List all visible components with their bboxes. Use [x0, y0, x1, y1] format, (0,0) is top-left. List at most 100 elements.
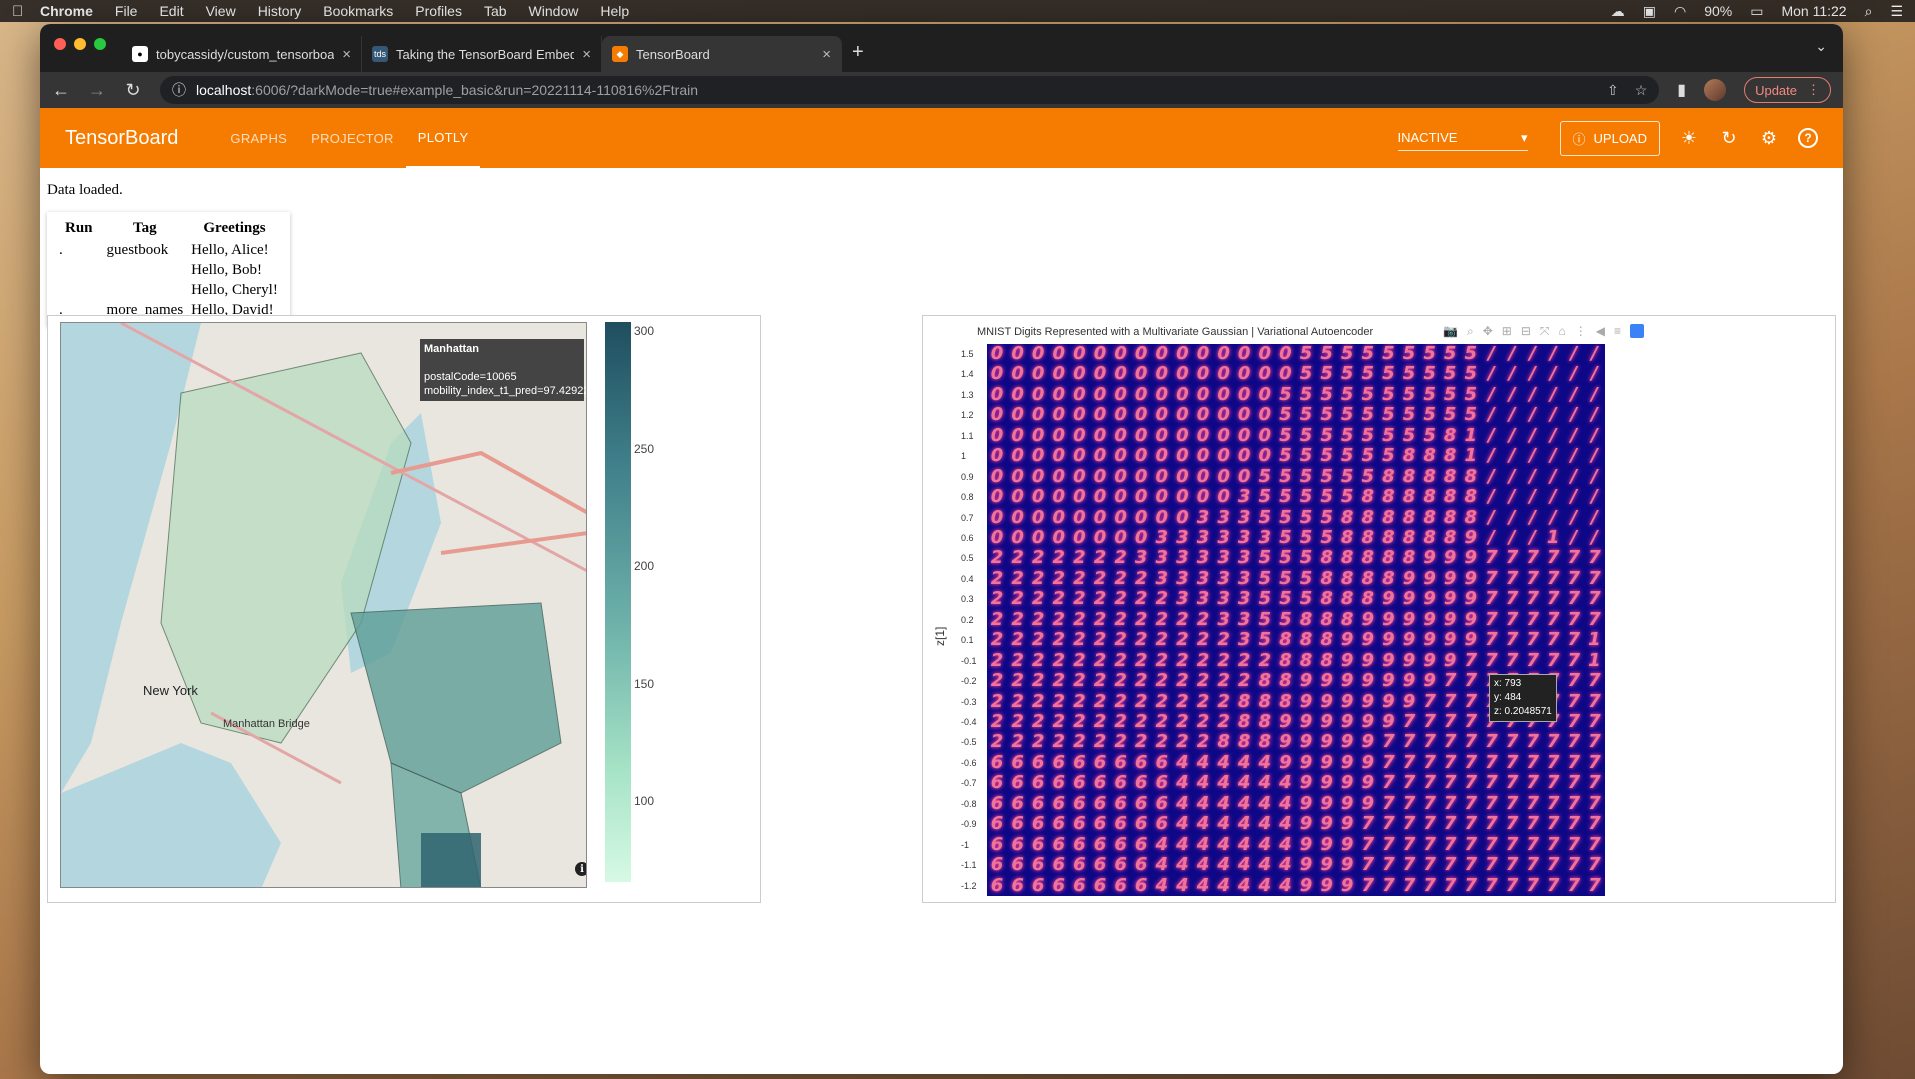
- menu-tab[interactable]: Tab: [484, 3, 507, 19]
- update-button[interactable]: Update ⋮: [1744, 77, 1831, 103]
- digit-cell: 6: [1134, 772, 1148, 794]
- share-icon[interactable]: ⇧: [1607, 82, 1619, 99]
- zoom-out-icon[interactable]: ⊟: [1521, 324, 1531, 339]
- digit-cell: 7: [1464, 649, 1478, 671]
- menu-bookmarks[interactable]: Bookmarks: [323, 3, 393, 19]
- digit-cell: 0: [1052, 527, 1066, 548]
- map-canvas[interactable]: New York Manhattan Bridge: [61, 323, 587, 888]
- menu-file[interactable]: File: [115, 3, 138, 19]
- plotly-logo-icon[interactable]: [1629, 324, 1644, 338]
- theme-toggle-icon[interactable]: ☀: [1678, 128, 1700, 149]
- settings-icon[interactable]: ⚙: [1758, 128, 1780, 149]
- digit-cell: 3: [1176, 588, 1189, 610]
- more-icon[interactable]: ⋮: [1807, 82, 1820, 98]
- reload-icon[interactable]: ↻: [124, 80, 142, 101]
- digit-cell: /: [1508, 383, 1516, 405]
- camera-icon[interactable]: 📷: [1443, 324, 1458, 339]
- profile-avatar[interactable]: [1704, 79, 1727, 101]
- digit-cell: /: [1549, 465, 1557, 487]
- forward-icon[interactable]: →: [88, 80, 106, 101]
- digit-cell: 7: [1485, 567, 1498, 589]
- menu-view[interactable]: View: [206, 3, 236, 19]
- pan-icon[interactable]: ✥: [1483, 324, 1493, 339]
- menu-history[interactable]: History: [258, 3, 302, 19]
- close-window-button[interactable]: [54, 38, 66, 50]
- battery-icon[interactable]: ▭: [1750, 3, 1763, 20]
- site-info-icon[interactable]: ⓘ: [172, 80, 186, 100]
- digit-cell: 5: [1402, 383, 1416, 405]
- digit-cell: 7: [1402, 813, 1416, 835]
- close-tab-icon[interactable]: ×: [582, 46, 591, 63]
- hover-name: Manhattan: [424, 343, 479, 355]
- screen-icon[interactable]: ▣: [1643, 3, 1656, 20]
- close-tab-icon[interactable]: ×: [822, 46, 831, 63]
- digit-cell: 2: [1031, 731, 1045, 753]
- tab-github[interactable]: ● tobycassidy/custom_tensorboard ×: [122, 36, 362, 72]
- hover-closest-icon[interactable]: ◀: [1596, 324, 1605, 339]
- menu-profiles[interactable]: Profiles: [415, 3, 462, 19]
- menu-window[interactable]: Window: [529, 3, 579, 19]
- minimize-window-button[interactable]: [74, 38, 86, 50]
- refresh-icon[interactable]: ↻: [1718, 128, 1740, 149]
- maximize-window-button[interactable]: [94, 38, 106, 50]
- sidepanel-icon[interactable]: ▮: [1677, 80, 1686, 100]
- inactive-select[interactable]: INACTIVE ▾: [1397, 126, 1528, 151]
- apple-icon[interactable]: : [12, 3, 40, 20]
- cloud-icon[interactable]: ☁: [1611, 3, 1625, 20]
- digit-cell: 9: [1464, 527, 1478, 548]
- close-tab-icon[interactable]: ×: [342, 46, 351, 63]
- spike-lines-icon[interactable]: ⋮: [1575, 324, 1587, 339]
- tensorboard-title[interactable]: TensorBoard: [65, 127, 178, 150]
- zoom-icon[interactable]: ⌕: [1467, 324, 1474, 339]
- digit-cell: 7: [1526, 813, 1539, 835]
- choropleth-map[interactable]: New York Manhattan Bridge Manhattan post…: [60, 322, 587, 888]
- digit-cell: 3: [1217, 527, 1230, 548]
- tab-graphs[interactable]: GRAPHS: [218, 108, 299, 168]
- digit-cell: 0: [1134, 344, 1148, 364]
- bookmark-star-icon[interactable]: ☆: [1635, 82, 1648, 99]
- digit-cell: 1: [1546, 527, 1560, 548]
- tab-search-icon[interactable]: ⌄: [1815, 38, 1827, 55]
- digit-cell: 7: [1526, 772, 1539, 794]
- digit-cell: 3: [1237, 629, 1251, 651]
- hover-compare-icon[interactable]: ≡: [1614, 324, 1621, 339]
- digit-cell: 2: [1114, 649, 1127, 671]
- digit-cell: 8: [1340, 527, 1354, 548]
- menu-help[interactable]: Help: [600, 3, 629, 19]
- back-icon[interactable]: ←: [52, 80, 70, 101]
- digit-cell: 2: [1134, 670, 1148, 692]
- digit-cell: 5: [1299, 383, 1313, 405]
- map-info-icon[interactable]: i: [575, 862, 586, 876]
- menu-edit[interactable]: Edit: [159, 3, 183, 19]
- home-icon[interactable]: ⌂: [1558, 324, 1565, 339]
- spotlight-icon[interactable]: ⌕: [1865, 3, 1873, 20]
- autoscale-icon[interactable]: ⤧: [1540, 324, 1550, 339]
- menu-app[interactable]: Chrome: [40, 3, 93, 19]
- digit-cell: /: [1488, 344, 1495, 364]
- wifi-icon[interactable]: ◠: [1674, 3, 1686, 20]
- digit-cell: 7: [1361, 813, 1375, 835]
- digit-cell: 6: [1011, 854, 1024, 876]
- digit-cell: 0: [1052, 424, 1066, 446]
- digit-cell: 2: [1176, 690, 1189, 712]
- digit-cell: 5: [1382, 404, 1395, 426]
- digit-cell: 7: [1505, 751, 1519, 773]
- digit-cell: 2: [1011, 567, 1024, 589]
- help-icon[interactable]: ?: [1798, 128, 1818, 148]
- digit-cell: 9: [1443, 608, 1457, 630]
- clock[interactable]: Mon 11:22: [1781, 3, 1846, 19]
- url-input[interactable]: ⓘ localhost:6006/?darkMode=true#example_…: [160, 76, 1660, 104]
- digit-cell: /: [1570, 424, 1578, 446]
- control-center-icon[interactable]: ☰: [1890, 3, 1903, 20]
- digit-cell: 8: [1443, 506, 1457, 528]
- latent-digit-grid[interactable]: 0 0 0 0 0 0 0 0 0 0 0 0 0 0 0 5 5 5 5 5 5 5 5 5// / / //0 0 0 0 0 0 0 0 0 0…: [987, 344, 1605, 896]
- tab-projector[interactable]: PROJECTOR: [299, 108, 406, 168]
- tab-tensorboard[interactable]: ◆ TensorBoard ×: [602, 36, 842, 72]
- zoom-in-icon[interactable]: ⊞: [1502, 324, 1512, 339]
- tab-tds[interactable]: tds Taking the TensorBoard Embed ×: [362, 36, 602, 72]
- digit-cell: 0: [1031, 424, 1045, 446]
- tab-plotly[interactable]: PLOTLY: [405, 108, 481, 168]
- upload-button[interactable]: ⓘ UPLOAD: [1559, 120, 1660, 156]
- new-tab-icon[interactable]: +: [852, 41, 864, 64]
- digit-cell: 0: [1052, 486, 1066, 508]
